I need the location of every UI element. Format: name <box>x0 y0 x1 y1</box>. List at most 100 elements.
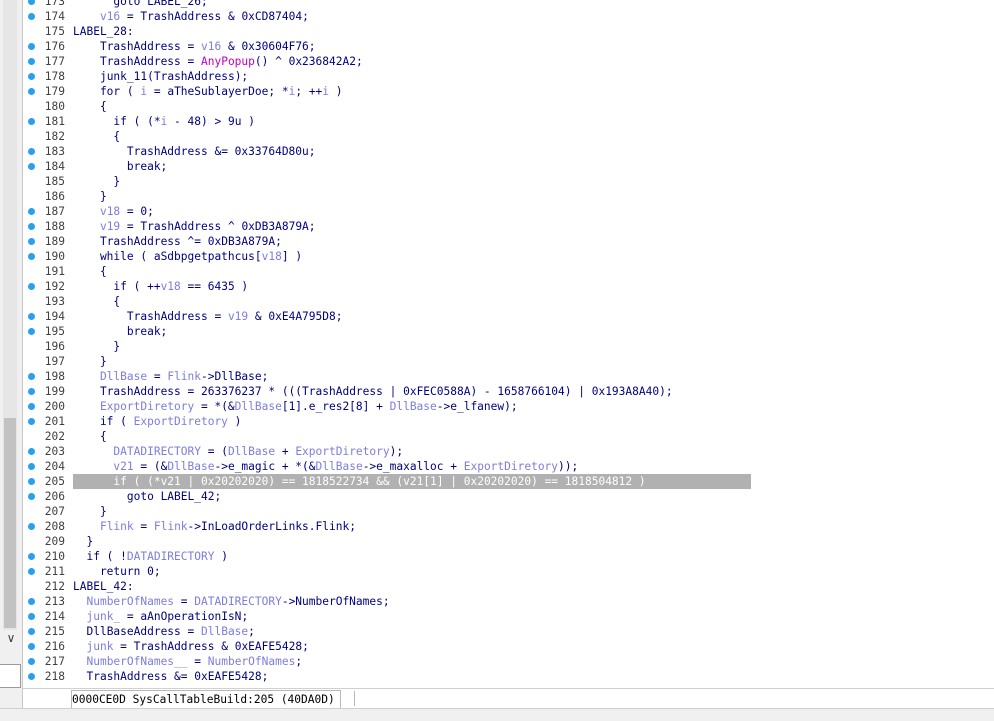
code-text[interactable]: if ( (*i - 48) > 9u ) <box>73 114 255 129</box>
code-line[interactable]: 217 NumberOfNames__ = NumberOfNames; <box>23 654 994 669</box>
code-text[interactable]: } <box>73 189 107 204</box>
code-line[interactable]: 211 return 0; <box>23 564 994 579</box>
code-line[interactable]: 173 goto LABEL_26; <box>23 0 994 9</box>
code-line[interactable]: 209 } <box>23 534 994 549</box>
code-text[interactable]: DATADIRECTORY = (DllBase + ExportDiretor… <box>73 444 403 459</box>
code-line[interactable]: 206 goto LABEL_42; <box>23 489 994 504</box>
line-number: 190 <box>44 250 65 263</box>
left-panel-input[interactable] <box>0 664 21 688</box>
code-text[interactable]: junk = TrashAddress & 0xEAFE5428; <box>73 639 308 654</box>
code-line[interactable]: 213 NumberOfNames = DATADIRECTORY->Numbe… <box>23 594 994 609</box>
code-line[interactable]: 203 DATADIRECTORY = (DllBase + ExportDir… <box>23 444 994 459</box>
code-text[interactable]: return 0; <box>73 564 161 579</box>
line-number: 202 <box>44 430 65 443</box>
code-line[interactable]: 218 TrashAddress &= 0xEAFE5428; <box>23 669 994 684</box>
code-line[interactable]: 193 { <box>23 294 994 309</box>
code-text[interactable]: v19 = TrashAddress ^ 0xDB3A879A; <box>73 219 316 234</box>
code-line[interactable]: 179 for ( i = aTheSublayerDoe; *i; ++i ) <box>23 84 994 99</box>
code-line[interactable]: 177 TrashAddress = AnyPopup() ^ 0x236842… <box>23 54 994 69</box>
code-text[interactable]: { <box>73 429 107 444</box>
code-line[interactable]: 215 DllBaseAddress = DllBase; <box>23 624 994 639</box>
code-text[interactable]: } <box>73 174 120 189</box>
code-text[interactable]: DllBase = Flink->DllBase; <box>73 369 268 384</box>
code-line[interactable]: 202 { <box>23 429 994 444</box>
code-line[interactable]: 195 break; <box>23 324 994 339</box>
code-line[interactable]: 212 LABEL_42: <box>23 579 994 594</box>
code-text[interactable]: { <box>73 294 120 309</box>
code-text[interactable]: TrashAddress = 263376237 * (((TrashAddre… <box>73 384 673 399</box>
code-line[interactable]: 184 break; <box>23 159 994 174</box>
code-text[interactable]: junk_11(TrashAddress); <box>73 69 248 84</box>
code-text[interactable]: { <box>73 129 120 144</box>
code-text[interactable]: DllBaseAddress = DllBase; <box>73 624 254 639</box>
code-line[interactable]: 188 v19 = TrashAddress ^ 0xDB3A879A; <box>23 219 994 234</box>
code-line[interactable]: 194 TrashAddress = v19 & 0xE4A795D8; <box>23 309 994 324</box>
status-location-box: 0000CE0D SysCallTableBuild:205 (40DA0D) <box>71 690 341 709</box>
code-text[interactable]: goto LABEL_42; <box>73 489 221 504</box>
code-text[interactable]: ExportDiretory = *(&DllBase[1].e_res2[8]… <box>73 399 518 414</box>
code-text[interactable]: v21 = (&DllBase->e_magic + *(&DllBase->e… <box>73 459 578 474</box>
code-text[interactable]: { <box>73 99 107 114</box>
code-text[interactable]: TrashAddress = v19 & 0xE4A795D8; <box>73 309 343 324</box>
code-line[interactable]: 214 junk_ = aAnOperationIsN; <box>23 609 994 624</box>
code-line[interactable]: 180 { <box>23 99 994 114</box>
code-line[interactable]: 204 v21 = (&DllBase->e_magic + *(&DllBas… <box>23 459 994 474</box>
code-text[interactable]: TrashAddress = AnyPopup() ^ 0x236842A2; <box>73 54 363 69</box>
code-text[interactable]: break; <box>73 324 167 339</box>
code-line[interactable]: 210 if ( !DATADIRECTORY ) <box>23 549 994 564</box>
code-text[interactable]: NumberOfNames__ = NumberOfNames; <box>73 654 302 669</box>
code-line[interactable]: 178 junk_11(TrashAddress); <box>23 69 994 84</box>
code-line[interactable]: 183 TrashAddress &= 0x33764D80u; <box>23 144 994 159</box>
code-text[interactable]: if ( ExportDiretory ) <box>73 414 241 429</box>
code-line[interactable]: 185 } <box>23 174 994 189</box>
code-text[interactable]: TrashAddress &= 0x33764D80u; <box>73 144 316 159</box>
code-text[interactable]: LABEL_28: <box>73 24 134 39</box>
code-text[interactable]: if ( !DATADIRECTORY ) <box>73 549 227 564</box>
code-text[interactable]: TrashAddress = v16 & 0x30604F76; <box>73 39 316 54</box>
code-line[interactable]: 200 ExportDiretory = *(&DllBase[1].e_res… <box>23 399 994 414</box>
code-line[interactable]: 187 v18 = 0; <box>23 204 994 219</box>
code-text[interactable]: TrashAddress ^= 0xDB3A879A; <box>73 234 282 249</box>
code-line[interactable]: 216 junk = TrashAddress & 0xEAFE5428; <box>23 639 994 654</box>
code-text[interactable]: Flink = Flink->InLoadOrderLinks.Flink; <box>73 519 356 534</box>
code-line[interactable]: 196 } <box>23 339 994 354</box>
code-text[interactable]: v16 = TrashAddress & 0xCD87404; <box>73 9 309 24</box>
code-line[interactable]: 190 while ( aSdbpgetpathcus[v18] ) <box>23 249 994 264</box>
code-text[interactable]: { <box>73 264 107 279</box>
code-text[interactable]: while ( aSdbpgetpathcus[v18] ) <box>73 249 302 264</box>
code-line[interactable]: 191 { <box>23 264 994 279</box>
code-token: ) == <box>531 475 565 488</box>
code-text[interactable]: TrashAddress &= 0xEAFE5428; <box>73 669 268 684</box>
code-text[interactable]: for ( i = aTheSublayerDoe; *i; ++i ) <box>73 84 343 99</box>
code-line[interactable]: 186 } <box>23 189 994 204</box>
code-line[interactable]: 198 DllBase = Flink->DllBase; <box>23 369 994 384</box>
code-text[interactable]: if ( ++v18 == 6435 ) <box>73 279 248 294</box>
code-line[interactable]: 174 v16 = TrashAddress & 0xCD87404; <box>23 9 994 24</box>
code-text[interactable]: if ( (*v21 | 0x20202020) == 1818522734 &… <box>73 474 645 489</box>
pseudocode-view[interactable]: 173 goto LABEL_26; 174 v16 = TrashAddress… <box>23 0 994 688</box>
code-text[interactable]: LABEL_42: <box>73 579 134 594</box>
left-scrollbar-thumb[interactable] <box>4 418 16 628</box>
code-text[interactable]: } <box>73 504 107 519</box>
code-line[interactable]: 201 if ( ExportDiretory ) <box>23 414 994 429</box>
code-text[interactable]: break; <box>73 159 167 174</box>
code-line[interactable]: 175 LABEL_28: <box>23 24 994 39</box>
code-line[interactable]: 208 Flink = Flink->InLoadOrderLinks.Flin… <box>23 519 994 534</box>
code-line[interactable]: 182 { <box>23 129 994 144</box>
code-line[interactable]: 181 if ( (*i - 48) > 9u ) <box>23 114 994 129</box>
code-text[interactable]: junk_ = aAnOperationIsN; <box>73 609 248 624</box>
code-line[interactable]: 205 if ( (*v21 | 0x20202020) == 18185227… <box>23 474 994 489</box>
code-line[interactable]: 207 } <box>23 504 994 519</box>
code-text[interactable]: } <box>73 534 93 549</box>
code-text[interactable]: NumberOfNames = DATADIRECTORY->NumberOfN… <box>73 594 389 609</box>
code-line[interactable]: 176 TrashAddress = v16 & 0x30604F76; <box>23 39 994 54</box>
code-text[interactable]: goto LABEL_26; <box>73 0 207 9</box>
code-line[interactable]: 192 if ( ++v18 == 6435 ) <box>23 279 994 294</box>
code-text[interactable]: } <box>73 339 120 354</box>
code-line[interactable]: 197 } <box>23 354 994 369</box>
code-text[interactable]: v18 = 0; <box>73 204 154 219</box>
code-line[interactable]: 189 TrashAddress ^= 0xDB3A879A; <box>23 234 994 249</box>
code-text[interactable]: } <box>73 354 107 369</box>
code-line[interactable]: 199 TrashAddress = 263376237 * (((TrashA… <box>23 384 994 399</box>
chevron-down-icon[interactable]: ∨ <box>3 630 19 646</box>
